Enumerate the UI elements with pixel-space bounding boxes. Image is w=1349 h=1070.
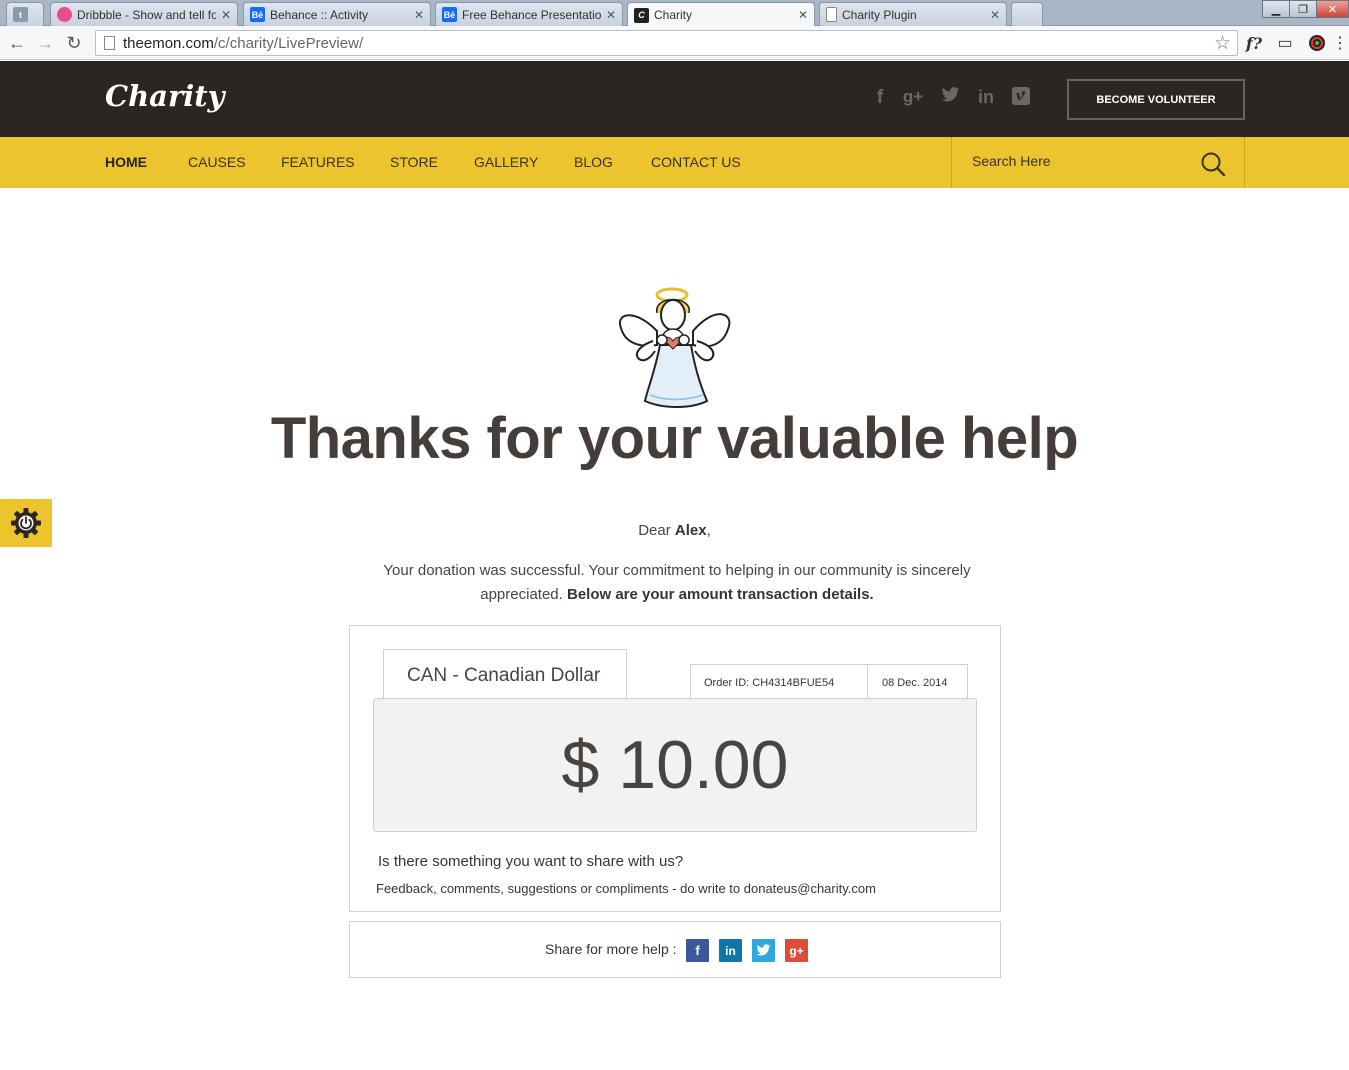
order-id: Order ID: CH4314BFUE54 — [691, 665, 868, 700]
feedback-note: Feedback, comments, suggestions or compl… — [376, 881, 876, 896]
page-icon — [104, 36, 115, 50]
nav-blog[interactable]: BLOG — [574, 154, 613, 170]
nav-causes[interactable]: CAUSES — [188, 154, 246, 170]
back-icon[interactable]: ← — [5, 31, 29, 55]
transaction-receipt: CAN - Canadian Dollar Order ID: CH4314BF… — [349, 625, 1001, 912]
tumblr-icon: t — [13, 7, 28, 22]
browser-tabbar: t Dribbble - Show and tell fo ✕ Bē Behan… — [0, 0, 1349, 27]
greeting: Dear Alex, — [0, 522, 1349, 539]
forward-icon[interactable]: → — [33, 31, 57, 55]
menu-icon[interactable]: ⋮ — [1332, 31, 1348, 55]
color-picker-icon[interactable] — [1305, 31, 1329, 55]
greeting-suffix: , — [706, 522, 711, 539]
order-info: Order ID: CH4314BFUE54 08 Dec. 2014 — [690, 664, 968, 700]
tab-close-icon[interactable]: ✕ — [606, 8, 616, 22]
minimize-icon[interactable]: ▁ — [1262, 0, 1290, 18]
search-box — [951, 137, 1245, 188]
site-logo[interactable]: Charity — [105, 79, 225, 113]
screen-capture-icon[interactable]: ▭ — [1273, 31, 1297, 55]
tab-label: Behance :: Activity — [270, 7, 369, 22]
new-tab-button[interactable] — [1011, 2, 1043, 26]
browser-toolbar: ← → ↻ theemon.com/c/charity/LivePreview/… — [0, 26, 1349, 60]
twitter-share-icon[interactable] — [752, 939, 775, 962]
google-plus-icon[interactable]: g+ — [902, 87, 924, 107]
font-extension-icon[interactable]: f? — [1242, 31, 1266, 55]
browser-tab-charity-plugin[interactable]: Charity Plugin ✕ — [819, 2, 1007, 26]
tab-label: Free Behance Presentation — [462, 7, 601, 22]
nav-gallery[interactable]: GALLERY — [474, 154, 538, 170]
main-navigation: HOME CAUSES FEATURES STORE GALLERY BLOG … — [0, 137, 1349, 188]
facebook-icon[interactable]: f — [869, 87, 891, 109]
document-icon — [826, 7, 837, 22]
donation-amount: $ 10.00 — [373, 698, 977, 832]
share-label: Share for more help : — [545, 941, 677, 957]
google-plus-share-icon[interactable]: g+ — [785, 939, 808, 962]
page-title: Thanks for your valuable help — [270, 406, 1079, 471]
tab-close-icon[interactable]: ✕ — [414, 8, 424, 22]
order-date: 08 Dec. 2014 — [882, 677, 948, 689]
browser-tab-tumblr[interactable]: t — [6, 2, 44, 26]
url-host: theemon.com — [123, 34, 214, 52]
tab-label: Dribbble - Show and tell fo — [77, 7, 216, 22]
greeting-prefix: Dear — [638, 522, 675, 539]
search-input[interactable] — [972, 153, 1192, 169]
thank-you-message: Your donation was successful. Your commi… — [380, 559, 974, 607]
address-bar[interactable]: theemon.com/c/charity/LivePreview/ ☆ — [95, 30, 1238, 56]
tab-close-icon[interactable]: ✕ — [221, 8, 231, 22]
browser-tab-dribbble[interactable]: Dribbble - Show and tell fo ✕ — [50, 2, 238, 26]
search-icon[interactable] — [1200, 151, 1226, 177]
message-emphasis: Below are your amount transaction detail… — [566, 586, 874, 603]
bookmark-star-icon[interactable]: ☆ — [1214, 32, 1231, 55]
twitter-icon[interactable] — [939, 87, 961, 109]
browser-tab-behance-presentation[interactable]: Bē Free Behance Presentation ✕ — [435, 2, 623, 26]
window-close-icon[interactable]: ✕ — [1316, 0, 1349, 18]
angel-illustration — [618, 287, 731, 408]
share-question: Is there something you want to share wit… — [378, 853, 684, 870]
currency-label: CAN - Canadian Dollar — [383, 649, 627, 700]
nav-store[interactable]: STORE — [390, 154, 438, 170]
behance-icon: Bē — [442, 7, 457, 22]
vimeo-icon[interactable] — [1010, 87, 1032, 111]
nav-features[interactable]: FEATURES — [281, 154, 355, 170]
browser-tab-charity[interactable]: C Charity ✕ — [627, 2, 815, 27]
url-path: /c/charity/LivePreview/ — [213, 34, 364, 52]
tab-label: Charity — [654, 8, 693, 22]
tab-close-icon[interactable]: ✕ — [990, 8, 1000, 22]
share-panel: Share for more help : f in g+ — [349, 921, 1001, 978]
linkedin-share-icon[interactable]: in — [719, 939, 742, 962]
become-volunteer-button[interactable]: BECOME VOLUNTEER — [1067, 79, 1245, 120]
tab-close-icon[interactable]: ✕ — [798, 8, 808, 22]
facebook-share-icon[interactable]: f — [686, 939, 709, 962]
restore-icon[interactable]: ❐ — [1289, 0, 1317, 18]
nav-home[interactable]: HOME — [105, 154, 147, 170]
browser-tab-behance-activity[interactable]: Bē Behance :: Activity ✕ — [243, 2, 431, 26]
reload-icon[interactable]: ↻ — [62, 31, 86, 55]
dribbble-icon — [57, 7, 72, 22]
linkedin-icon[interactable]: in — [975, 87, 997, 108]
charity-favicon-icon: C — [634, 7, 649, 23]
behance-icon: Bē — [250, 7, 265, 22]
tab-label: Charity Plugin — [842, 7, 917, 22]
donor-name: Alex — [674, 522, 707, 539]
site-header: Charity f g+ in BECOME VOLUNTEER — [0, 61, 1349, 137]
nav-contact-us[interactable]: CONTACT US — [651, 154, 741, 170]
